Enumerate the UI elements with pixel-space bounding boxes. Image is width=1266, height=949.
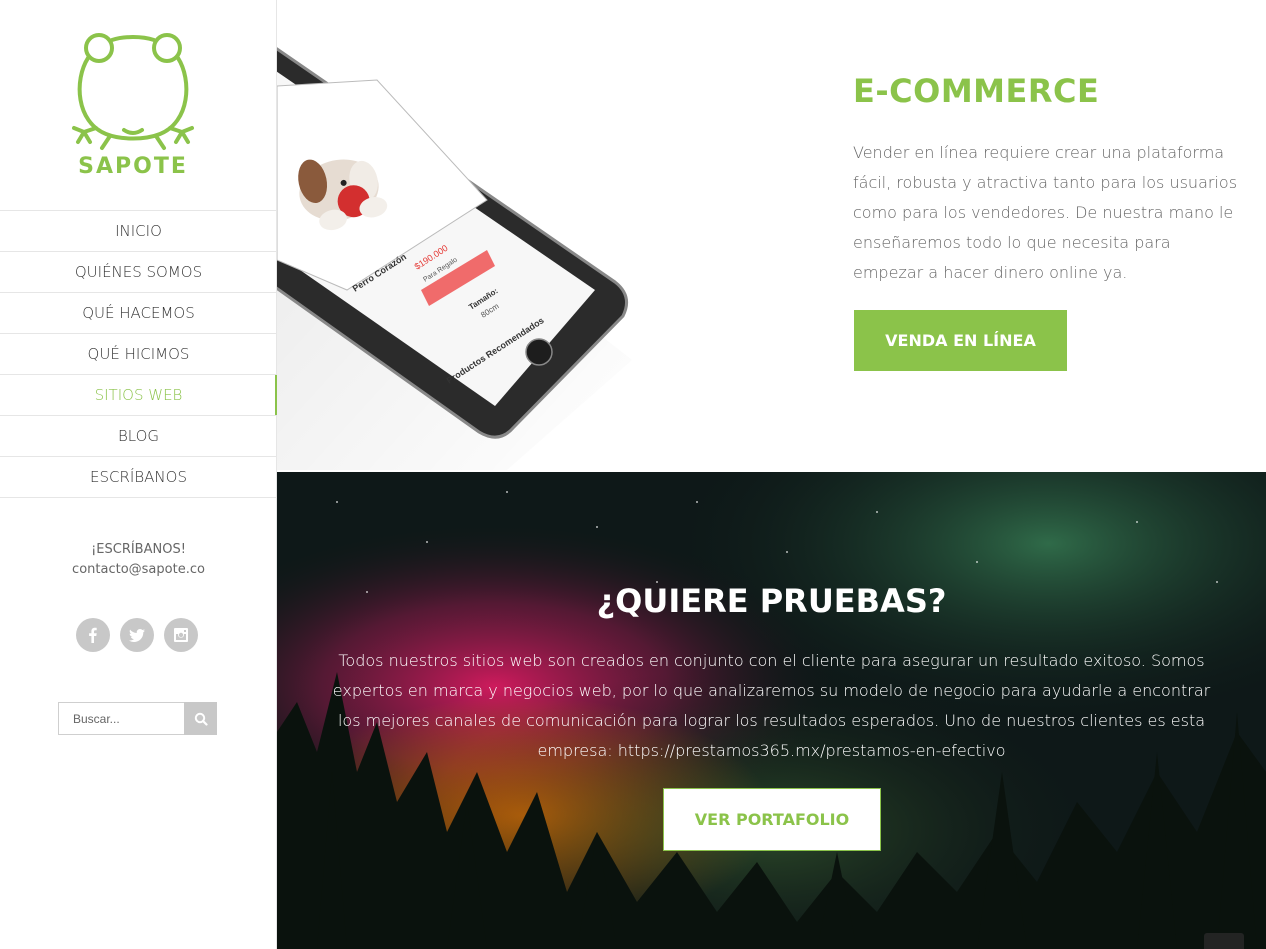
nav-item-blog[interactable]: BLOG [0, 416, 277, 457]
sell-online-button[interactable]: VENDA EN LÍNEA [854, 310, 1067, 371]
frog-icon [72, 33, 194, 150]
sapote-logo[interactable]: SAPOTE [66, 30, 200, 182]
instagram-icon[interactable] [164, 618, 198, 652]
sidebar: SAPOTE INICIO QUIÉNES SOMOS QUÉ HACEMOS … [0, 0, 278, 949]
search-input[interactable] [58, 702, 184, 735]
twitter-icon[interactable] [120, 618, 154, 652]
search-form [58, 702, 217, 735]
proof-section: ¿QUIERE PRUEBAS? Todos nuestros sitios w… [277, 472, 1266, 949]
view-portfolio-button[interactable]: VER PORTAFOLIO [663, 788, 881, 851]
contact-block: ¡ESCRÍBANOS! contacto@sapote.co [0, 540, 277, 580]
main-nav: INICIO QUIÉNES SOMOS QUÉ HACEMOS QUÉ HIC… [0, 210, 278, 498]
phone-mockup: Perro Corazón $190.000 Para Regalo Tamañ… [277, 0, 637, 472]
search-button[interactable] [184, 702, 217, 735]
contact-email[interactable]: contacto@sapote.co [0, 560, 277, 580]
nav-item-inicio[interactable]: INICIO [0, 211, 277, 252]
ecommerce-title: E-COMMERCE [853, 72, 1100, 110]
ecommerce-text: Vender en línea requiere crear una plata… [853, 143, 1238, 282]
proof-title: ¿QUIERE PRUEBAS? [596, 582, 947, 620]
nav-item-sitios-web[interactable]: SITIOS WEB [0, 375, 278, 416]
nav-item-que-hicimos[interactable]: QUÉ HICIMOS [0, 334, 277, 375]
nav-item-escribanos[interactable]: ESCRÍBANOS [0, 457, 277, 498]
facebook-icon[interactable] [76, 618, 110, 652]
nav-item-quienes-somos[interactable]: QUIÉNES SOMOS [0, 252, 277, 293]
scroll-to-top-button[interactable] [1204, 933, 1244, 949]
logo-text: SAPOTE [78, 154, 188, 179]
social-links [76, 618, 202, 652]
ecommerce-section: Perro Corazón $190.000 Para Regalo Tamañ… [277, 0, 1266, 472]
search-icon [194, 712, 208, 726]
proof-text: Todos nuestros sitios web son creados en… [332, 651, 1211, 760]
nav-item-que-hacemos[interactable]: QUÉ HACEMOS [0, 293, 277, 334]
contact-heading: ¡ESCRÍBANOS! [91, 542, 186, 557]
